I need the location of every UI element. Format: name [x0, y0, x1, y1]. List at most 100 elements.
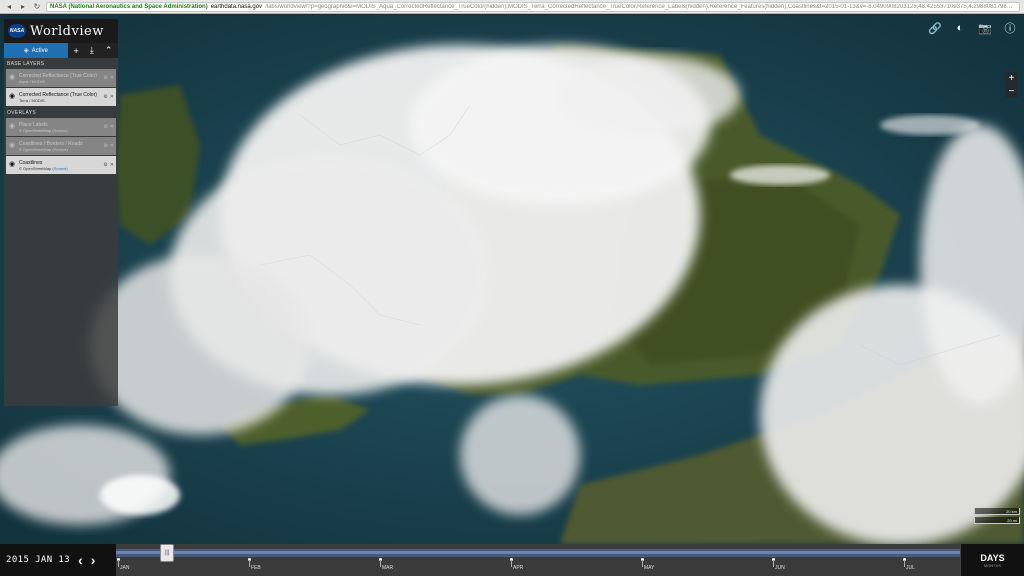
layer-remove-icon[interactable]: ✕ — [110, 94, 114, 100]
layer-remove-icon[interactable]: ✕ — [110, 124, 114, 130]
layers-panel: NASA Worldview ◈ Active + ⤓ ⌃ Base Layer… — [4, 19, 118, 406]
month-tick — [773, 560, 774, 567]
layer-text: Place Labels © OpenStreetMap (Source) — [19, 122, 100, 133]
collapse-panel-icon[interactable]: ⌃ — [105, 45, 113, 56]
browser-toolbar: ◂ ▸ ↻ NASA (National Aeronautics and Spa… — [0, 0, 1024, 14]
overlays-header: Overlays — [7, 110, 36, 116]
add-layer-icon[interactable]: + — [74, 46, 79, 56]
layer-settings-icon[interactable]: ⚙ — [103, 124, 107, 130]
source-link[interactable]: (Source) — [52, 166, 67, 171]
layer-text: Coastlines / Borders / Roads © OpenStree… — [19, 141, 100, 152]
layer-subtitle: © OpenStreetMap (Source) — [19, 127, 68, 133]
visibility-eye-icon[interactable]: ◉ — [8, 123, 16, 130]
month-label[interactable]: JUL — [906, 565, 915, 571]
app-title: Worldview — [30, 23, 104, 39]
link-icon[interactable]: 🔗 — [927, 20, 943, 36]
zoom-level-days: DAYS — [980, 552, 1005, 563]
prev-day-button[interactable]: ‹ — [78, 552, 83, 568]
layer-remove-icon[interactable]: ✕ — [110, 162, 114, 168]
month-tick — [118, 560, 119, 567]
next-day-button[interactable]: › — [91, 552, 96, 568]
download-icon[interactable]: ⤓ — [90, 45, 94, 56]
current-date[interactable]: 2015 JAN 13 — [6, 555, 70, 565]
month-label[interactable]: MAY — [644, 565, 654, 571]
month-tick — [511, 560, 512, 567]
visibility-eye-icon[interactable]: ◉ — [8, 161, 16, 168]
layer-subtitle: Terra / MODIS — [19, 97, 45, 103]
zoom-out-button[interactable]: − — [1005, 85, 1018, 98]
scale-mi: 20 mi — [974, 517, 1020, 524]
layer-item-place-labels[interactable]: ◉ Place Labels © OpenStreetMap (Source) … — [6, 118, 116, 136]
layer-remove-icon[interactable]: ✕ — [110, 75, 114, 81]
forward-icon[interactable]: ▸ — [18, 2, 28, 12]
layer-actions: ⚙ ✕ — [103, 124, 114, 130]
url-path: /labs/worldview/?p=geographic&l=MODIS_Aq… — [265, 3, 1016, 10]
zoom-level-months: MONTHS — [983, 562, 1002, 568]
layer-item-base-aqua[interactable]: ◉ Corrected Reflectance (True Color) Aqu… — [6, 69, 116, 87]
layer-text: Coastlines © OpenStreetMap (Source) — [19, 160, 100, 171]
layer-item-borders-roads[interactable]: ◉ Coastlines / Borders / Roads © OpenStr… — [6, 137, 116, 155]
layer-item-base-terra[interactable]: ◉ Corrected Reflectance (True Color) Ter… — [6, 88, 116, 106]
camera-icon[interactable]: 📷 — [977, 20, 993, 36]
layer-actions: ⚙ ✕ — [103, 94, 114, 100]
reload-icon[interactable]: ↻ — [32, 2, 42, 12]
timeline: 2015 JAN 13 ‹ › ||| JAN FEB MAR APR MAY JUN JU… — [0, 544, 1024, 576]
tab-active-layers[interactable]: ◈ Active — [4, 43, 68, 58]
layer-actions: ⚙ ✕ — [103, 143, 114, 149]
layer-title: Corrected Reflectance (True Color) — [19, 72, 97, 79]
layer-title: Corrected Reflectance (True Color) — [19, 91, 97, 98]
layer-settings-icon[interactable]: ⚙ — [103, 75, 107, 81]
zoom-control: + − — [1005, 72, 1018, 98]
month-tick — [904, 560, 905, 567]
month-label[interactable]: APR — [513, 565, 523, 571]
secure-badge: NASA (National Aeronautics and Space Adm… — [50, 3, 208, 10]
layer-settings-icon[interactable]: ⚙ — [103, 94, 107, 100]
month-label[interactable]: FEB — [251, 565, 261, 571]
visibility-eye-icon[interactable]: ◉ — [8, 74, 16, 81]
map-imagery — [0, 15, 1024, 544]
month-tick — [249, 560, 250, 567]
visibility-eye-icon[interactable]: ◉ — [8, 142, 16, 149]
globe-icon[interactable]: ◐ — [952, 20, 968, 36]
timeline-band — [116, 549, 960, 557]
nasa-logo-icon: NASA — [8, 24, 26, 38]
panel-tabs: ◈ Active + ⤓ ⌃ — [4, 43, 118, 58]
month-label[interactable]: JUN — [775, 565, 785, 571]
layer-actions: ⚙ ✕ — [103, 162, 114, 168]
panel-tools: + ⤓ ⌃ — [68, 43, 118, 58]
tab-active-label: Active — [31, 47, 48, 54]
layer-settings-icon[interactable]: ⚙ — [103, 162, 107, 168]
back-icon[interactable]: ◂ — [4, 2, 14, 12]
layer-subtitle: © OpenStreetMap (Source) — [19, 166, 100, 171]
timeline-track[interactable]: ||| JAN FEB MAR APR MAY JUN JUL — [116, 544, 960, 576]
scale-km: 20 km — [974, 508, 1020, 515]
map-tools: 🔗 ◐ 📷 ⓘ — [927, 20, 1018, 36]
url-bar[interactable]: NASA (National Aeronautics and Space Adm… — [46, 1, 1020, 12]
scale-bar: 20 km 20 mi — [974, 508, 1020, 526]
layer-remove-icon[interactable]: ✕ — [110, 143, 114, 149]
base-layers-header: Base Layers — [7, 61, 45, 67]
layer-actions: ⚙ ✕ — [103, 75, 114, 81]
timeline-slider-handle[interactable]: ||| — [160, 544, 174, 562]
satellite-map[interactable] — [0, 15, 1024, 544]
layer-attribution: © OpenStreetMap — [19, 165, 52, 171]
layer-subtitle: © OpenStreetMap (Source) — [19, 146, 68, 152]
visibility-eye-icon[interactable]: ◉ — [8, 93, 16, 100]
date-selector: 2015 JAN 13 ‹ › — [0, 544, 116, 576]
layer-subtitle: Aqua / MODIS — [19, 78, 45, 84]
month-label[interactable]: JAN — [120, 565, 129, 571]
layer-text: Corrected Reflectance (True Color) Aqua … — [19, 73, 100, 84]
month-tick — [642, 560, 643, 567]
layer-settings-icon[interactable]: ⚙ — [103, 143, 107, 149]
zoom-in-button[interactable]: + — [1005, 72, 1018, 85]
layers-icon: ◈ — [24, 48, 29, 54]
info-icon[interactable]: ⓘ — [1002, 20, 1018, 36]
url-host: earthdata.nasa.gov — [210, 3, 263, 10]
layer-text: Corrected Reflectance (True Color) Terra… — [19, 92, 100, 103]
timeline-zoom-level[interactable]: DAYS MONTHS — [960, 544, 1024, 576]
month-tick — [380, 560, 381, 567]
timeline-band-inner — [116, 551, 960, 554]
month-label[interactable]: MAR — [382, 565, 393, 571]
layer-item-coastlines[interactable]: ◉ Coastlines © OpenStreetMap (Source) ⚙ … — [6, 156, 116, 174]
app-header: NASA Worldview — [4, 19, 118, 43]
